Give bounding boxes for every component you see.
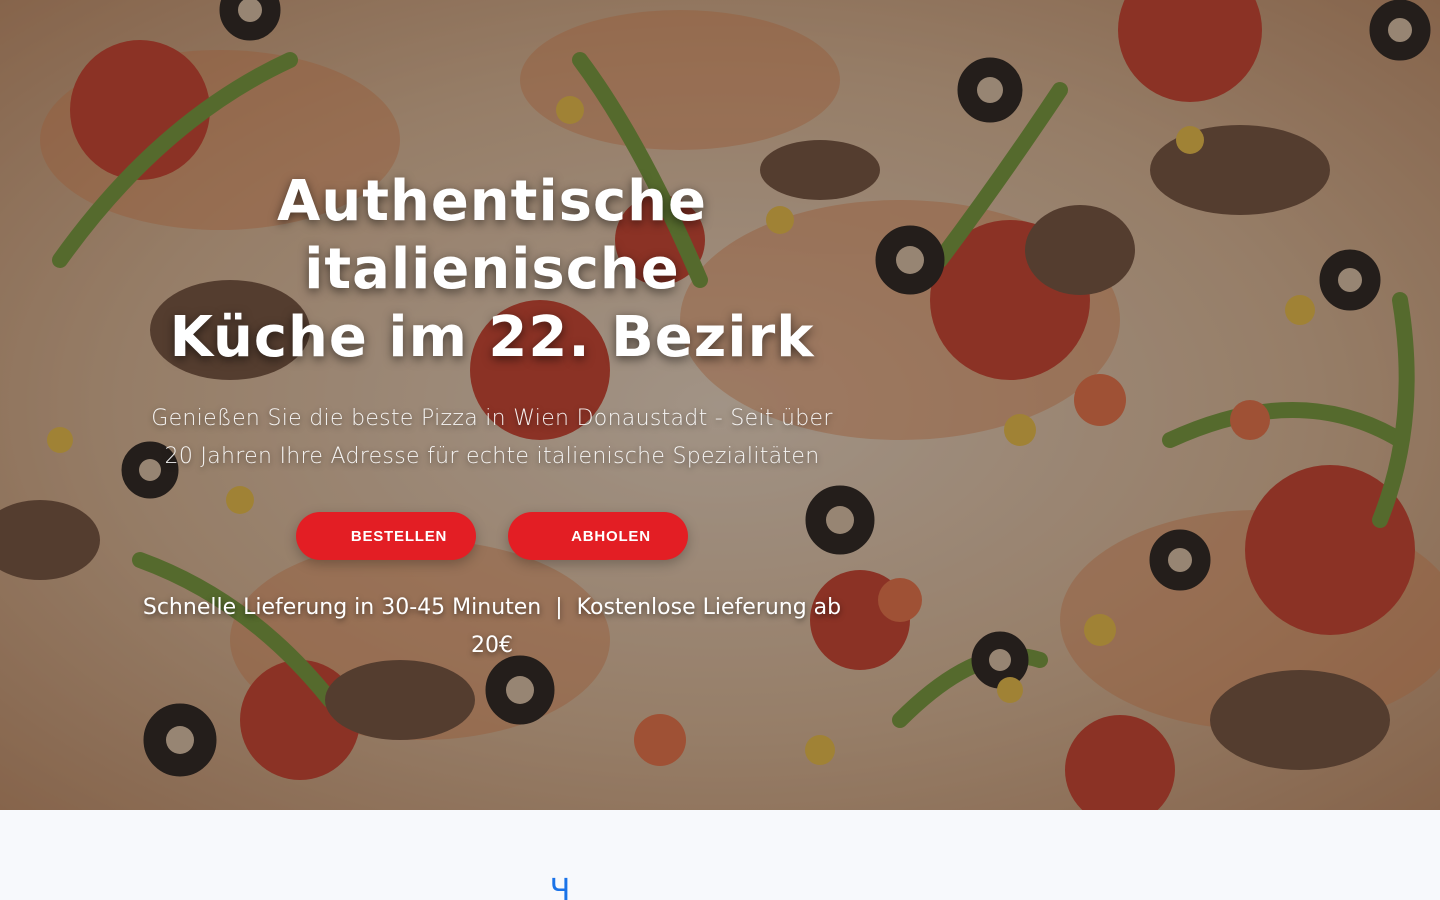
hero-title: Authentische italienische Küche im 22. B… [92,168,892,372]
hero-subtitle-line: Genießen Sie die beste Pizza in Wien Don… [151,406,833,431]
feature-icon-2: Ч [549,873,571,900]
hero-title-line: Küche im 22. Bezirk [169,305,815,370]
hero-subtitle: Genießen Sie die beste Pizza in Wien Don… [122,400,862,476]
hero-subtitle-line: 20 Jahren Ihre Adresse für echte italien… [164,444,820,469]
hero-title-line: Authentische [276,169,708,234]
hero-section: Authentische italienische Küche im 22. B… [0,0,1440,810]
hero-content: Authentische italienische Küche im 22. B… [92,168,892,665]
features-strip: Ч [0,810,1440,900]
hero-title-line: italienische [304,237,680,302]
cta-buttons: BESTELLEN ABHOLEN [92,512,892,560]
delivery-features: Schnelle Lieferung in 30-45 Minuten | Ko… [142,588,842,665]
fast-delivery-text: Schnelle Lieferung in 30-45 Minuten [142,595,542,620]
order-button-label: BESTELLEN [350,527,448,545]
order-button[interactable]: BESTELLEN [296,512,476,560]
features-separator: | [555,595,563,620]
pickup-button[interactable]: ABHOLEN [508,512,688,560]
pickup-button-label: ABHOLEN [571,527,651,545]
